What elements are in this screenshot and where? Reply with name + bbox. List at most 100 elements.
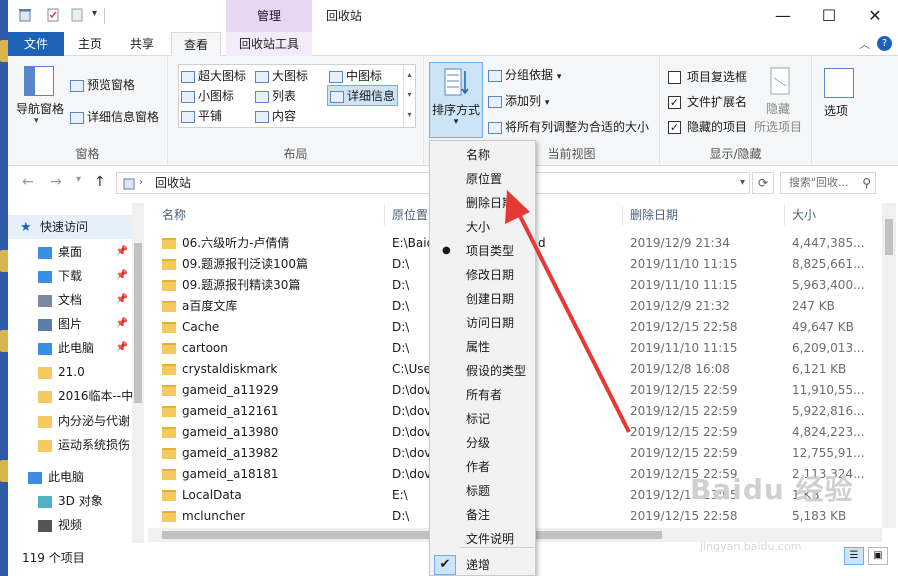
menu-item[interactable]: 标题: [430, 479, 535, 503]
hidden-items-checkbox[interactable]: ✓: [668, 121, 681, 134]
sidebar-item[interactable]: ★ 快速访问: [8, 215, 132, 239]
vertical-scrollbar[interactable]: [882, 203, 896, 528]
file-name: 06.六级听力-卢倩倩: [182, 236, 290, 250]
search-input[interactable]: 搜索"回收... ⚲: [780, 172, 876, 194]
hide-button[interactable]: 隐藏: [766, 100, 790, 117]
horizontal-scrollbar-thumb[interactable]: [162, 531, 662, 539]
sidebar-item[interactable]: 下载 📌: [8, 264, 132, 288]
help-icon[interactable]: ?: [877, 36, 892, 51]
layout-content[interactable]: 内容: [255, 107, 296, 124]
layout-large-icons[interactable]: 大图标: [255, 67, 308, 84]
layout-xlarge-icons[interactable]: 超大图标: [181, 67, 246, 84]
nav-scrollbar-thumb[interactable]: [134, 243, 142, 403]
menu-item[interactable]: 属性: [430, 335, 535, 359]
sidebar-item[interactable]: 2016临本--中: [8, 384, 132, 408]
sidebar-item[interactable]: 此电脑: [8, 465, 132, 489]
navigation-pane-button[interactable]: 导航窗格: [16, 100, 64, 117]
layout-list[interactable]: 列表: [255, 87, 296, 104]
nav-scrollbar[interactable]: [132, 203, 144, 543]
vertical-scrollbar-thumb[interactable]: [885, 219, 893, 255]
menu-item[interactable]: 标记: [430, 407, 535, 431]
up-arrow-icon[interactable]: ↑: [94, 174, 106, 190]
pin-icon[interactable]: 📌: [116, 240, 128, 264]
gallery-scroll[interactable]: ▴ ▾ ▾: [403, 65, 415, 127]
column-header-location[interactable]: 原位置: [392, 203, 428, 227]
properties-icon[interactable]: [46, 8, 60, 22]
sidebar-item[interactable]: 内分泌与代谢: [8, 409, 132, 433]
menu-item[interactable]: 名称: [430, 143, 535, 167]
details-view-icon[interactable]: ☰: [844, 547, 864, 565]
menu-item[interactable]: 删除日期: [430, 191, 535, 215]
column-header-name[interactable]: 名称: [162, 203, 186, 227]
pin-icon[interactable]: 📌: [116, 312, 128, 336]
file-extensions-toggle[interactable]: ✓ 文件扩展名: [668, 93, 747, 110]
chevron-down-icon[interactable]: ▾: [34, 116, 39, 126]
sidebar-item[interactable]: 此电脑 📌: [8, 336, 132, 360]
recent-locations-icon[interactable]: ▾: [76, 174, 81, 185]
layout-small-icons[interactable]: 小图标: [181, 87, 234, 104]
chevron-up-icon[interactable]: ︿: [859, 36, 870, 52]
tab-share[interactable]: 共享: [118, 32, 166, 56]
menu-item[interactable]: ● 项目类型: [430, 239, 535, 263]
address-path[interactable]: 回收站: [155, 173, 191, 193]
details-pane-button[interactable]: 详细信息窗格: [70, 108, 159, 125]
column-header-size[interactable]: 大小: [792, 203, 816, 227]
menu-item[interactable]: 修改日期: [430, 263, 535, 287]
menu-item[interactable]: 创建日期: [430, 287, 535, 311]
menu-item[interactable]: 作者: [430, 455, 535, 479]
chevron-down-icon[interactable]: ▾: [740, 173, 745, 193]
quick-access-dropdown-icon[interactable]: ▾: [92, 8, 97, 19]
menu-item[interactable]: 假设的类型: [430, 359, 535, 383]
new-folder-icon[interactable]: [70, 8, 84, 22]
item-checkboxes-checkbox[interactable]: [668, 71, 681, 84]
file-extensions-checkbox[interactable]: ✓: [668, 96, 681, 109]
group-label-panes: 窗格: [75, 147, 100, 161]
sidebar-item[interactable]: 3D 对象: [8, 489, 132, 513]
layout-medium-icons[interactable]: 中图标: [329, 67, 382, 84]
chevron-right-icon[interactable]: ›: [139, 173, 143, 193]
tab-view[interactable]: 查看: [171, 32, 221, 57]
tab-file[interactable]: 文件: [8, 32, 64, 56]
sidebar-item[interactable]: 21.0: [8, 360, 132, 384]
back-arrow-icon[interactable]: ←: [22, 174, 34, 190]
close-button[interactable]: ✕: [852, 0, 898, 32]
sort-by-button[interactable]: 排序方式 ▾: [429, 62, 483, 138]
sidebar-item[interactable]: 图片 📌: [8, 312, 132, 336]
maximize-button[interactable]: ☐: [806, 0, 852, 32]
menu-item[interactable]: 分级: [430, 431, 535, 455]
cell-size: 4,447,385...: [792, 236, 865, 250]
preview-pane-button[interactable]: 预览窗格: [70, 76, 135, 93]
group-by-button[interactable]: 分组依据 ▾: [488, 66, 561, 83]
pin-icon[interactable]: 📌: [116, 288, 128, 312]
add-columns-button[interactable]: 添加列 ▾: [488, 92, 549, 109]
menu-item[interactable]: 访问日期: [430, 311, 535, 335]
group-show-hide: 项目复选框 ✓ 文件扩展名 ✓ 隐藏的项目 隐藏 所选项目 显示/隐藏: [660, 56, 812, 166]
sidebar-item[interactable]: 视频: [8, 513, 132, 537]
large-icons-view-icon[interactable]: ▣: [868, 547, 888, 565]
item-checkboxes-toggle[interactable]: 项目复选框: [668, 68, 747, 85]
menu-item[interactable]: 大小: [430, 215, 535, 239]
sidebar-item[interactable]: 运动系统损伤: [8, 433, 132, 457]
menu-item[interactable]: 原位置: [430, 167, 535, 191]
options-button[interactable]: 选项: [824, 102, 848, 119]
size-columns-button[interactable]: 将所有列调整为合适的大小: [488, 118, 649, 135]
sidebar-item[interactable]: 桌面 📌: [8, 240, 132, 264]
forward-arrow-icon[interactable]: →: [50, 174, 62, 190]
refresh-icon[interactable]: ⟳: [752, 172, 774, 194]
menu-item[interactable]: 备注: [430, 503, 535, 527]
tab-recycle-bin-tools[interactable]: 回收站工具: [226, 32, 312, 56]
search-icon[interactable]: ⚲: [862, 173, 871, 193]
pin-icon[interactable]: 📌: [116, 336, 128, 360]
menu-item[interactable]: 所有者: [430, 383, 535, 407]
context-tab-manage[interactable]: 管理: [226, 0, 312, 32]
recycle-bin-icon[interactable]: [18, 8, 32, 22]
layout-tiles[interactable]: 平铺: [181, 107, 222, 124]
pin-icon[interactable]: 📌: [116, 264, 128, 288]
column-header-date-deleted[interactable]: 删除日期: [630, 203, 678, 227]
tab-home[interactable]: 主页: [66, 32, 114, 56]
layout-details[interactable]: 详细信息: [327, 85, 399, 106]
menu-item-ascending[interactable]: ✔ 递增: [430, 553, 535, 576]
minimize-button[interactable]: —: [760, 0, 806, 32]
sidebar-item[interactable]: 文档 📌: [8, 288, 132, 312]
hidden-items-toggle[interactable]: ✓ 隐藏的项目: [668, 118, 747, 135]
